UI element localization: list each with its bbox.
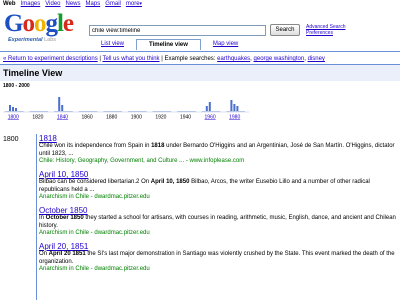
results-year-label: 1800 bbox=[3, 136, 19, 143]
timeline-bar[interactable] bbox=[230, 100, 233, 111]
timeline-decade-label: 1880 bbox=[106, 115, 117, 121]
timeline-decade-label: 1900 bbox=[131, 115, 142, 121]
result-snippet: Chile won its independence from Spain in… bbox=[39, 143, 396, 158]
preferences-link[interactable]: Preferences bbox=[306, 30, 345, 36]
snippet-text: Bilbao can be considered libertarian.2 O… bbox=[39, 179, 151, 185]
example-searches-label: | Example searches: bbox=[159, 56, 218, 62]
timeline-bar[interactable] bbox=[9, 105, 11, 111]
timeline-decade-label: 1920 bbox=[155, 115, 166, 121]
result-item: April 10, 1850 Bilbao can be considered l… bbox=[38, 170, 396, 201]
logo-letter: o bbox=[33, 10, 46, 37]
tab-timeline-view[interactable]: Timeline view bbox=[136, 39, 201, 50]
search-input[interactable] bbox=[89, 25, 266, 36]
nav-item-images[interactable]: Images bbox=[21, 1, 41, 9]
timeline-decade-label: 1940 bbox=[180, 115, 191, 121]
timeline-range: 1800 - 2000 bbox=[3, 83, 30, 89]
snippet-text: On bbox=[39, 251, 49, 257]
logo-experimental-text: Experimental bbox=[8, 37, 43, 43]
nav-item-gmail[interactable]: Gmail bbox=[105, 1, 121, 9]
timeline-decade-label: 1860 bbox=[82, 115, 93, 121]
result-snippet: In October 1850 they started a school fo… bbox=[39, 215, 396, 230]
results-divider bbox=[36, 134, 37, 300]
example-search-link[interactable]: earthquakes bbox=[217, 56, 250, 62]
timeline-header: Timeline View bbox=[0, 64, 400, 81]
snippet-text: they started a school for artisans, with… bbox=[39, 215, 396, 229]
logo-wordmark: Google bbox=[4, 10, 84, 37]
result-title-link[interactable]: April 10, 1850 bbox=[39, 170, 396, 179]
feedback-link[interactable]: Tell us what you think bbox=[103, 56, 160, 62]
return-bar: « Return to experiment descriptions | Te… bbox=[3, 56, 325, 62]
snippet-highlight: October 1850 bbox=[45, 215, 84, 221]
result-item: April 20, 1851 On April 20 1851 the SI's … bbox=[38, 242, 396, 273]
result-source: Chile: History, Geography, Government, a… bbox=[39, 158, 245, 164]
logo-labs-text: Labs bbox=[44, 37, 57, 43]
result-title-link[interactable]: 1818 bbox=[39, 134, 396, 143]
result-title-link[interactable]: October 1850 bbox=[39, 206, 396, 215]
timeline-decade-label[interactable]: 1960 bbox=[205, 115, 216, 121]
snippet-text: the SI's last major demonstration in San… bbox=[39, 251, 395, 265]
tab-list-view[interactable]: List view bbox=[89, 39, 136, 50]
result-source: Anarchism in Chile - dwardmac.pitzer.edu bbox=[39, 266, 150, 272]
logo-letter: g bbox=[45, 10, 57, 37]
logo-subtitle: Experimental Labs bbox=[8, 37, 56, 43]
timeline-bar[interactable] bbox=[12, 107, 14, 111]
nav-item-news[interactable]: News bbox=[66, 1, 81, 9]
search-button[interactable]: Search bbox=[270, 24, 300, 36]
results-list: 1818 Chile won its independence from Spai… bbox=[36, 134, 396, 300]
timeline-decade-label[interactable]: 1840 bbox=[57, 115, 68, 121]
snippet-text: In bbox=[39, 215, 46, 221]
snippet-highlight: April 10, 1850 bbox=[150, 179, 190, 185]
example-search-link[interactable]: george washington bbox=[254, 56, 305, 62]
timeline-decade-label[interactable]: 1800 bbox=[8, 115, 19, 121]
logo-letter: G bbox=[4, 10, 23, 37]
logo-letter: o bbox=[22, 10, 34, 37]
result-item: October 1850 In October 1850 they started… bbox=[38, 206, 396, 237]
timeline-decade-label: 1820 bbox=[32, 115, 43, 121]
tab-map-view[interactable]: Map view bbox=[201, 39, 250, 50]
page-title: Timeline View bbox=[3, 68, 63, 78]
header-divider bbox=[0, 51, 400, 52]
snippet-highlight: April 20 1851 bbox=[48, 251, 86, 257]
chevron-down-icon: ▾ bbox=[139, 1, 143, 7]
timeline-bar[interactable] bbox=[208, 102, 211, 111]
logo-letter: e bbox=[62, 10, 74, 37]
example-search-link[interactable]: disney bbox=[308, 56, 325, 62]
result-source: Anarchism in Chile - dwardmac.pitzer.edu bbox=[39, 230, 150, 236]
nav-item-video[interactable]: Video bbox=[45, 1, 60, 9]
advanced-links: Advanced Search Preferences bbox=[306, 24, 345, 36]
google-experimental-logo[interactable]: Google Experimental Labs bbox=[4, 10, 84, 46]
snippet-highlight: 1818 bbox=[151, 143, 165, 149]
nav-item-web[interactable]: Web bbox=[3, 1, 16, 9]
view-tabs: List view Timeline view Map view bbox=[89, 39, 250, 50]
return-link[interactable]: « Return to experiment descriptions bbox=[3, 56, 98, 62]
snippet-text: Chile won its independence from Spain in bbox=[39, 143, 152, 149]
result-snippet: Bilbao can be considered libertarian.2 O… bbox=[39, 179, 396, 194]
result-snippet: On April 20 1851 the SI's last major dem… bbox=[39, 251, 396, 266]
timeline-decade-label[interactable]: 1980 bbox=[229, 115, 240, 121]
top-nav: Web Images Video News Maps Gmail more ▾ bbox=[3, 1, 142, 9]
result-title-link[interactable]: April 20, 1851 bbox=[39, 242, 396, 251]
timeline-histogram[interactable]: 1800 1820 1840 1860 1880 1900 1920 1940 1960 1980 bbox=[0, 92, 400, 120]
timeline-bar[interactable] bbox=[58, 97, 61, 111]
timeline-bar[interactable] bbox=[205, 106, 208, 111]
result-item: 1818 Chile won its independence from Spai… bbox=[38, 134, 396, 165]
nav-item-more[interactable]: more ▾ bbox=[126, 1, 142, 9]
result-source: Anarchism in Chile - dwardmac.pitzer.edu bbox=[39, 194, 150, 200]
nav-item-maps[interactable]: Maps bbox=[86, 1, 101, 9]
timeline-bar[interactable] bbox=[236, 106, 239, 111]
timeline-bar[interactable] bbox=[15, 108, 17, 111]
timeline-bar[interactable] bbox=[61, 105, 64, 111]
timeline-bar[interactable] bbox=[233, 104, 236, 111]
